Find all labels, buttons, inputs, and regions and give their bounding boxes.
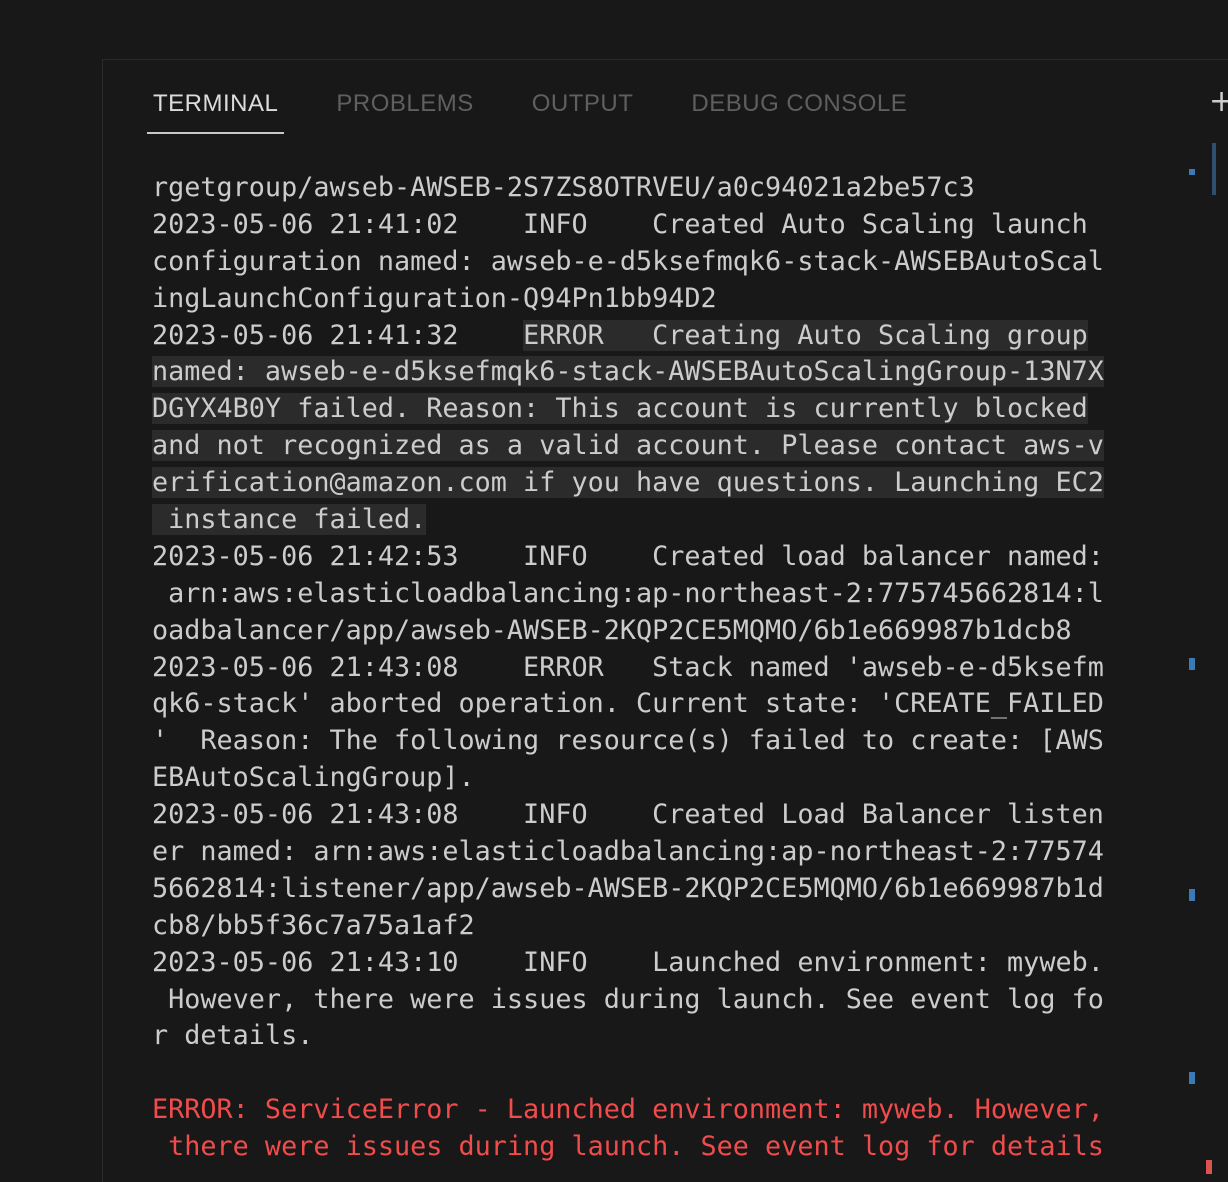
- selected-text: DGYX4B0Y failed. Reason: This account is…: [152, 393, 1088, 425]
- panel-tabs: TERMINAL PROBLEMS OUTPUT DEBUG CONSOLE: [147, 90, 959, 134]
- selected-text: and not recognized as a valid account. P…: [152, 430, 1104, 462]
- tab-output[interactable]: OUTPUT: [526, 90, 640, 134]
- plus-icon[interactable]: +: [1209, 87, 1228, 117]
- tab-terminal[interactable]: TERMINAL: [147, 90, 285, 134]
- terminal-line: r details.: [152, 1020, 314, 1052]
- terminal-line: qk6-stack' aborted operation. Current st…: [152, 688, 1104, 720]
- terminal-line: cb8/bb5f36c7a75a1af2: [152, 909, 475, 941]
- terminal-output[interactable]: rgetgroup/awseb-AWSEB-2S7ZS8OTRVEU/a0c94…: [152, 170, 1156, 1166]
- selected-text: named: awseb-e-d5ksefmqk6-stack-AWSEBAut…: [152, 356, 1104, 388]
- terminal-line: 2023-05-06 21:42:53 INFO Created load ba…: [152, 540, 1104, 572]
- overview-ruler-error-mark: [1206, 1160, 1212, 1174]
- terminal-line: 2023-05-06 21:43:10 INFO Launched enviro…: [152, 946, 1104, 978]
- selected-text: instance failed.: [152, 504, 427, 536]
- error-line: ERROR: ServiceError - Launched environme…: [152, 1094, 1104, 1126]
- overview-ruler-mark: [1189, 1072, 1195, 1084]
- terminal-line: 2023-05-06 21:43:08 ERROR Stack named 'a…: [152, 651, 1104, 683]
- terminal-line: 2023-05-06 21:41:02 INFO Created Auto Sc…: [152, 208, 1088, 240]
- terminal-line: configuration named: awseb-e-d5ksefmqk6-…: [152, 245, 1104, 277]
- terminal-line: oadbalancer/app/awseb-AWSEB-2KQP2CE5MQMO…: [152, 614, 1072, 646]
- tab-problems[interactable]: PROBLEMS: [330, 90, 479, 134]
- overview-ruler-mark: [1189, 889, 1195, 901]
- scrollbar-thumb[interactable]: [1212, 143, 1216, 195]
- terminal-line: er named: arn:aws:elasticloadbalancing:a…: [152, 836, 1104, 868]
- terminal-line: 5662814:listener/app/awseb-AWSEB-2KQP2CE…: [152, 872, 1104, 904]
- terminal-line: ingLaunchConfiguration-Q94Pn1bb94D2: [152, 282, 717, 314]
- terminal-line: arn:aws:elasticloadbalancing:ap-northeas…: [152, 577, 1104, 609]
- overview-ruler-mark: [1189, 169, 1195, 175]
- selected-text: ERROR Creating Auto Scaling group: [523, 319, 1088, 351]
- terminal-line: rgetgroup/awseb-AWSEB-2S7ZS8OTRVEU/a0c94…: [152, 172, 975, 203]
- tab-debug-console[interactable]: DEBUG CONSOLE: [685, 90, 913, 134]
- terminal-line: 2023-05-06 21:43:08 INFO Created Load Ba…: [152, 799, 1104, 831]
- overview-ruler-mark: [1189, 658, 1195, 670]
- editor-top-area: [0, 0, 1228, 60]
- terminal-scrollbar[interactable]: [1212, 143, 1228, 1182]
- terminal-line-prefix: 2023-05-06 21:41:32: [152, 319, 524, 351]
- terminal-line: ' Reason: The following resource(s) fail…: [152, 725, 1104, 757]
- selected-text: erification@amazon.com if you have quest…: [152, 467, 1104, 499]
- terminal-line: EBAutoScalingGroup].: [152, 762, 475, 794]
- error-line: there were issues during launch. See eve…: [152, 1131, 1104, 1163]
- terminal-line: 2023-05-06 21:41:32 ERROR Creating Auto …: [152, 318, 1156, 355]
- terminal-line: However, there were issues during launch…: [152, 983, 1104, 1015]
